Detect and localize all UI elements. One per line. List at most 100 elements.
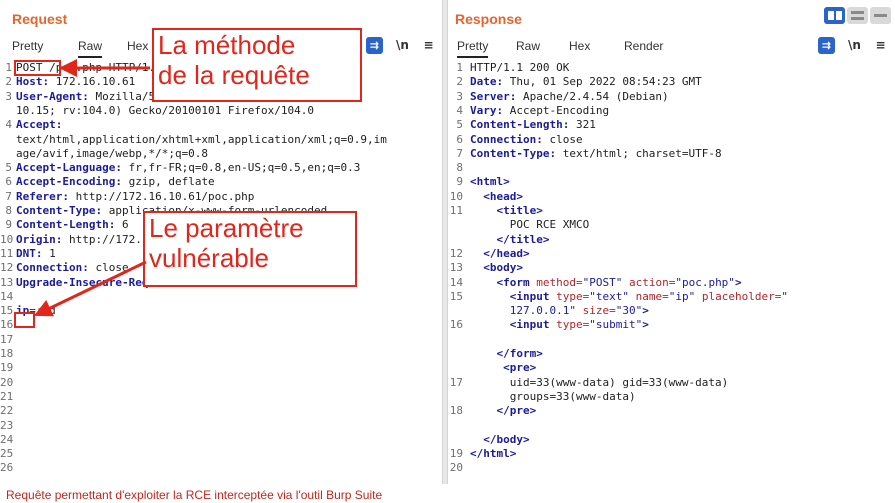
code-line: 5 Content-Length: 321: [448, 119, 895, 131]
code-line: 6 Connection: close: [448, 133, 895, 146]
split-view-icon[interactable]: [824, 7, 845, 24]
code-token: type=: [556, 289, 590, 303]
request-tab-raw[interactable]: Raw: [78, 39, 103, 58]
code-token: name=: [635, 289, 669, 303]
line-number: 5: [5, 161, 12, 175]
code-line: 2 Date: Thu, 01 Sep 2022 08:54:23 GMT: [448, 76, 895, 88]
line-number: 13: [0, 275, 14, 289]
code-line: POC RCE XMCO: [448, 219, 895, 231]
line-text: <html>: [470, 176, 510, 188]
line-text: Accept-Encoding: gzip, deflate: [16, 176, 215, 188]
method-highlight-box: [14, 60, 61, 76]
code-line: 8: [448, 162, 895, 174]
code-token: </pre>: [496, 404, 537, 418]
response-tab-pretty[interactable]: Pretty: [457, 39, 489, 58]
request-title: Request: [12, 11, 68, 27]
line-number: 15: [449, 289, 463, 303]
figure-caption: Requête permettant d'exploiter la RCE in…: [6, 488, 383, 502]
line-number: 14: [0, 289, 14, 303]
header-name: Content-Length:: [470, 118, 570, 132]
code-token: "30": [615, 304, 643, 318]
request-tab-pretty[interactable]: Pretty: [12, 39, 43, 56]
line-text: <input type="submit">: [470, 319, 649, 331]
header-name: Referer:: [16, 189, 69, 203]
code-line: 1 HTTP/1.1 200 OK: [448, 62, 895, 74]
code-line: 12 </head>: [448, 246, 895, 260]
header-value: 1: [42, 246, 56, 260]
header-value: Accept-Encoding: [503, 103, 610, 117]
code-line: 22: [0, 405, 442, 417]
code-token: <head>: [483, 189, 523, 203]
code-line: 3 Server: Apache/2.4.54 (Debian): [448, 90, 895, 103]
code-line: age/avif,image/webp,*/*;q=0.8: [0, 147, 442, 160]
code-line: 19: [0, 362, 442, 374]
code-line: 21: [0, 390, 442, 403]
header-name: Accept:: [16, 118, 63, 132]
code-line: 7 Referer: http://172.16.10.61/poc.php: [0, 189, 442, 203]
method-callout-line-2: de la requête: [158, 60, 310, 90]
single-view-icon[interactable]: [870, 7, 891, 24]
response-tab-render[interactable]: Render: [624, 39, 663, 56]
line-number: 19: [0, 361, 14, 375]
horizontal-view-icon[interactable]: [847, 7, 868, 24]
code-line: 15 <input type="text" name="ip" placehol…: [448, 289, 895, 303]
code-line: <pre>: [448, 362, 895, 374]
code-token: >: [734, 275, 742, 289]
line-text: Content-Length: 321: [470, 119, 596, 131]
code-line: </form>: [448, 348, 895, 360]
request-wrap-lines-icon[interactable]: ⇉: [366, 37, 383, 54]
response-newline-toggle[interactable]: \n: [846, 37, 863, 54]
header-name: User-Agent:: [16, 89, 89, 103]
line-number: 20: [0, 375, 14, 389]
code-token: </head>: [483, 246, 530, 260]
line-number: 26: [0, 461, 14, 475]
response-tab-hex[interactable]: Hex: [569, 39, 590, 56]
line-text: Connection: close: [16, 262, 129, 274]
param-highlight-box: [14, 312, 35, 328]
line-text: 127.0.0.1" size="30">: [470, 305, 649, 317]
line-text: </head>: [470, 246, 530, 260]
header-value: 321: [569, 118, 596, 132]
request-newline-toggle[interactable]: \n: [394, 37, 411, 54]
request-tab-hex[interactable]: Hex: [127, 39, 148, 56]
response-tab-raw[interactable]: Raw: [516, 39, 540, 56]
line-number: 18: [449, 404, 463, 418]
code-line: 5 Accept-Language: fr,fr-FR;q=0.8,en-US;q…: [0, 162, 442, 174]
line-number: 24: [0, 432, 14, 446]
code-line: 17 uid=33(www-data) gid=33(www-data): [448, 376, 895, 389]
line-number: 5: [456, 118, 463, 132]
line-number: 11: [449, 204, 463, 217]
code-token: "poc.php": [675, 275, 735, 289]
code-token: POC RCE XMCO: [470, 218, 590, 232]
line-text: </form>: [470, 348, 543, 360]
header-name: Content-Type:: [16, 204, 103, 217]
line-number: 9: [5, 218, 12, 232]
header-value: Thu, 01 Sep 2022 08:54:23 GMT: [503, 75, 702, 89]
line-text: text/html,application/xhtml+xml,applicat…: [16, 132, 387, 146]
header-name: Vary:: [470, 103, 504, 117]
line-number: 6: [5, 175, 12, 189]
code-token: "submit": [589, 318, 643, 332]
param-callout-line-2: vulnérable: [149, 243, 269, 273]
code-line: 11 <title>: [448, 205, 895, 217]
response-wrap-lines-icon[interactable]: ⇉: [818, 37, 835, 54]
method-callout-line-1: La méthode: [158, 30, 296, 60]
code-line: 4 Accept:: [0, 119, 442, 131]
request-menu-icon[interactable]: ≡: [420, 37, 437, 54]
code-line: 9 <html>: [448, 176, 895, 188]
line-number: 4: [456, 103, 463, 117]
code-line: 14 <form method="POST" action="poc.php">: [448, 275, 895, 289]
code-line: 26: [0, 462, 442, 474]
response-menu-icon[interactable]: ≡: [872, 37, 889, 54]
line-number: 20: [449, 461, 463, 475]
code-token: method=: [536, 275, 583, 289]
header-value: 6: [115, 218, 129, 232]
code-line: </title>: [448, 233, 895, 246]
code-line: 15 ip=;id: [0, 305, 442, 317]
